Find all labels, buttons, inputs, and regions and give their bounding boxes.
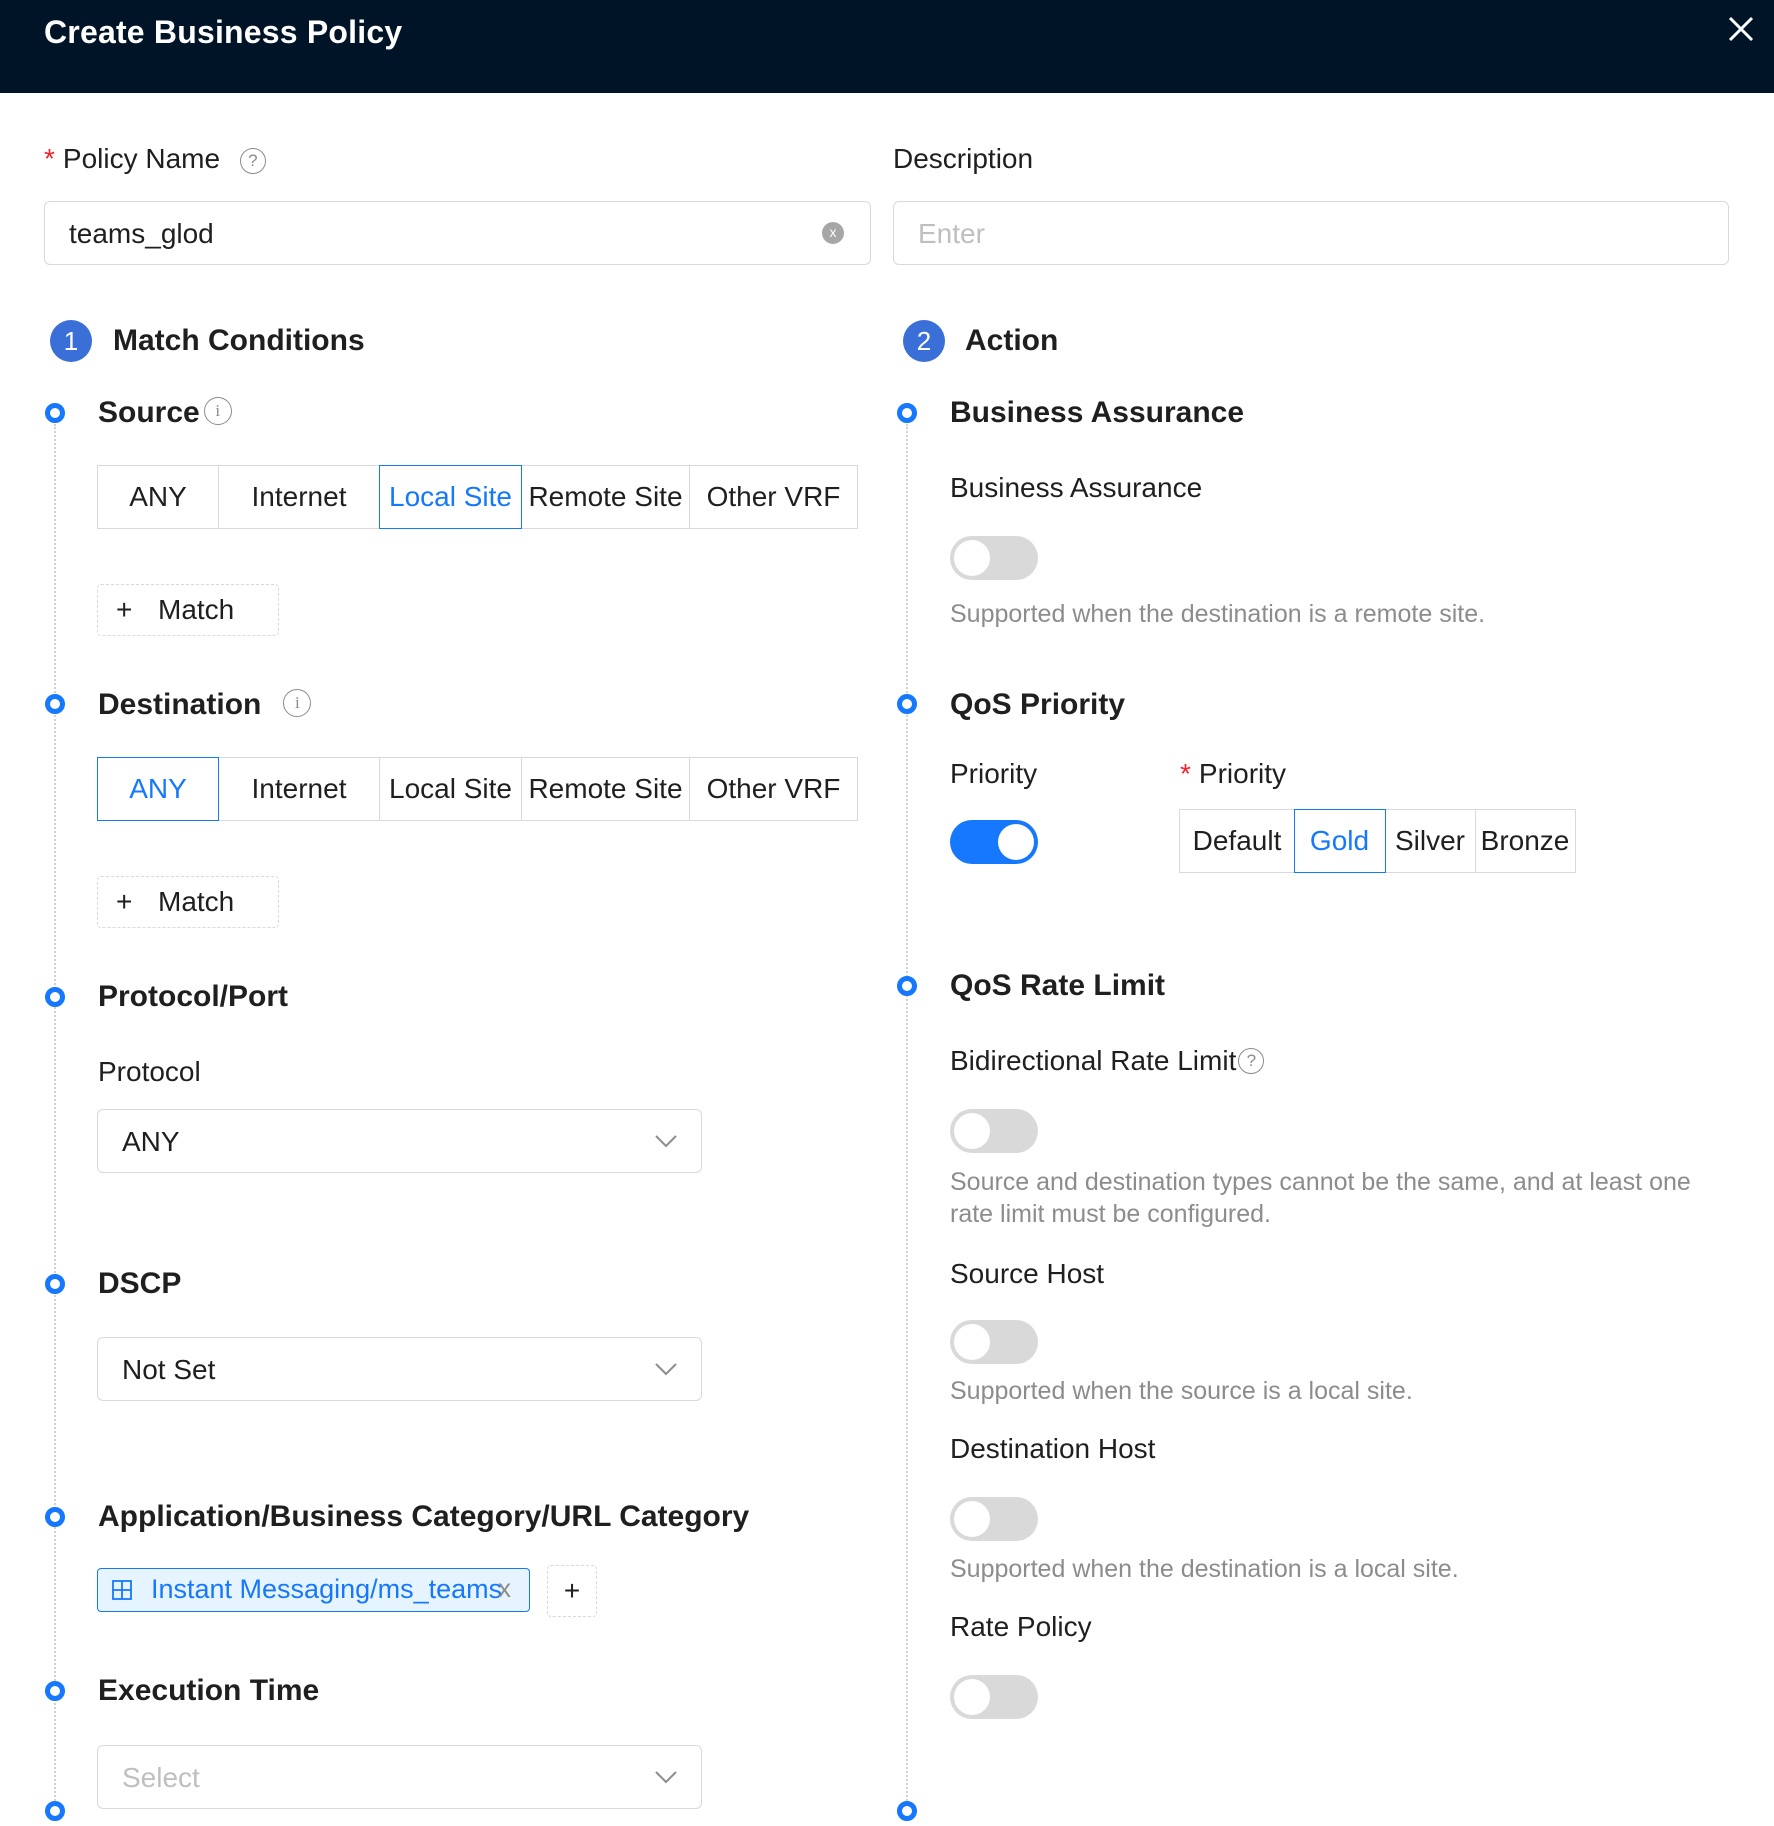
qos-rate-limit-title: QoS Rate Limit (950, 969, 1166, 1002)
business-assurance-title: Business Assurance (950, 396, 1245, 429)
source-option-other-vrf[interactable]: Other VRF (689, 465, 858, 529)
source-type-selector: ANY Internet Local Site Remote Site Othe… (97, 465, 858, 529)
source-add-match-button[interactable]: + Match (97, 584, 279, 636)
destination-option-remote-site[interactable]: Remote Site (520, 757, 691, 821)
tag-close-icon[interactable]: x (498, 1568, 511, 1609)
policy-name-label: * Policy Name ? (44, 143, 266, 175)
timeline-dot (45, 1681, 65, 1701)
info-circle-icon[interactable]: i (283, 689, 312, 718)
required-mark: * (1180, 758, 1191, 789)
business-assurance-toggle[interactable] (950, 536, 1038, 580)
dscp-select[interactable]: Not Set (97, 1337, 702, 1401)
action-title: Action (965, 324, 1059, 357)
priority-option-gold[interactable]: Gold (1293, 809, 1386, 873)
info-circle-icon[interactable]: i (203, 397, 232, 426)
dscp-title: DSCP (98, 1267, 182, 1300)
bidirectional-hint-line-1: Source and destination types cannot be t… (950, 1168, 1691, 1196)
protocol-port-title: Protocol/Port (98, 980, 289, 1013)
priority-level-label: * Priority (1180, 758, 1287, 789)
timeline-dot (45, 1507, 65, 1527)
step-badge-2: 2 (903, 320, 945, 362)
bidirectional-rate-limit-toggle[interactable] (950, 1109, 1038, 1153)
priority-label: Priority (950, 758, 1038, 789)
source-title: Source i (98, 396, 232, 430)
timeline-dot (45, 1801, 65, 1821)
destination-option-local-site[interactable]: Local Site (379, 757, 522, 821)
timeline-dot (45, 403, 65, 423)
business-assurance-label: Business Assurance (950, 472, 1203, 503)
destination-option-internet[interactable]: Internet (217, 757, 381, 821)
policy-name-value: teams_glod (69, 218, 214, 249)
source-option-local-site[interactable]: Local Site (379, 465, 522, 529)
timeline-line-right (906, 424, 908, 1809)
description-label: Description (893, 143, 1034, 174)
timeline-dot (897, 976, 917, 996)
destination-type-selector: ANY Internet Local Site Remote Site Othe… (97, 757, 858, 821)
plus-icon: + (116, 594, 133, 625)
timeline-dot (45, 987, 65, 1007)
protocol-select[interactable]: ANY (97, 1109, 702, 1173)
business-assurance-hint: Supported when the destination is a remo… (950, 600, 1486, 628)
timeline-dot (897, 694, 917, 714)
match-conditions-title: Match Conditions (113, 324, 365, 357)
source-option-internet[interactable]: Internet (217, 465, 381, 529)
bidirectional-hint-line-2: rate limit must be configured. (950, 1200, 1271, 1228)
rate-policy-toggle[interactable] (950, 1675, 1038, 1719)
source-option-remote-site[interactable]: Remote Site (520, 465, 691, 529)
help-circle-icon[interactable]: ? (239, 147, 266, 174)
modal-title: Create Business Policy (44, 14, 403, 50)
destination-option-other-vrf[interactable]: Other VRF (689, 757, 858, 821)
source-host-hint: Supported when the source is a local sit… (950, 1377, 1413, 1405)
priority-level-selector: Default Gold Silver Bronze (1179, 809, 1576, 873)
protocol-value: ANY (122, 1126, 180, 1157)
execution-time-placeholder: Select (122, 1762, 200, 1793)
chevron-down-icon (655, 1771, 677, 1784)
clear-icon[interactable]: x (822, 222, 844, 244)
grid-icon (112, 1580, 132, 1600)
execution-time-select[interactable]: Select (97, 1745, 702, 1809)
step-badge-1: 1 (50, 320, 92, 362)
timeline-dot (897, 403, 917, 423)
bidirectional-rate-limit-label: Bidirectional Rate Limit? (950, 1045, 1265, 1077)
help-circle-icon[interactable]: ? (1238, 1047, 1265, 1074)
qos-priority-title: QoS Priority (950, 688, 1126, 721)
application-tag: Instant Messaging/ms_teams x (97, 1568, 530, 1612)
add-application-button[interactable]: + (547, 1565, 597, 1617)
protocol-label: Protocol (98, 1056, 201, 1087)
source-host-label: Source Host (950, 1258, 1105, 1289)
priority-option-bronze[interactable]: Bronze (1474, 809, 1576, 873)
destination-title: Destination i (98, 688, 312, 722)
description-input[interactable]: Enter (893, 201, 1729, 265)
rate-policy-label: Rate Policy (950, 1611, 1092, 1642)
chevron-down-icon (655, 1363, 677, 1376)
plus-icon: + (116, 886, 133, 917)
timeline-dot (45, 694, 65, 714)
priority-option-silver[interactable]: Silver (1384, 809, 1476, 873)
description-placeholder: Enter (918, 218, 985, 249)
destination-host-label: Destination Host (950, 1433, 1156, 1464)
dscp-value: Not Set (122, 1354, 216, 1385)
timeline-line-left (54, 424, 56, 1809)
timeline-dot (897, 1801, 917, 1821)
priority-toggle[interactable] (950, 820, 1038, 864)
destination-add-match-button[interactable]: + Match (97, 876, 279, 928)
chevron-down-icon (655, 1135, 677, 1148)
application-title: Application/Business Category/URL Catego… (98, 1500, 750, 1533)
source-host-toggle[interactable] (950, 1320, 1038, 1364)
execution-time-title: Execution Time (98, 1674, 320, 1707)
destination-host-toggle[interactable] (950, 1497, 1038, 1541)
policy-name-input[interactable]: teams_glod x (44, 201, 871, 265)
destination-option-any[interactable]: ANY (97, 757, 219, 821)
priority-option-default[interactable]: Default (1179, 809, 1295, 873)
application-tag-label: Instant Messaging/ms_teams (151, 1574, 503, 1604)
required-mark: * (44, 143, 55, 174)
timeline-dot (45, 1274, 65, 1294)
modal-header: Create Business Policy (0, 0, 1774, 93)
source-option-any[interactable]: ANY (97, 465, 219, 529)
destination-host-hint: Supported when the destination is a loca… (950, 1555, 1459, 1583)
close-icon[interactable] (1720, 8, 1760, 48)
